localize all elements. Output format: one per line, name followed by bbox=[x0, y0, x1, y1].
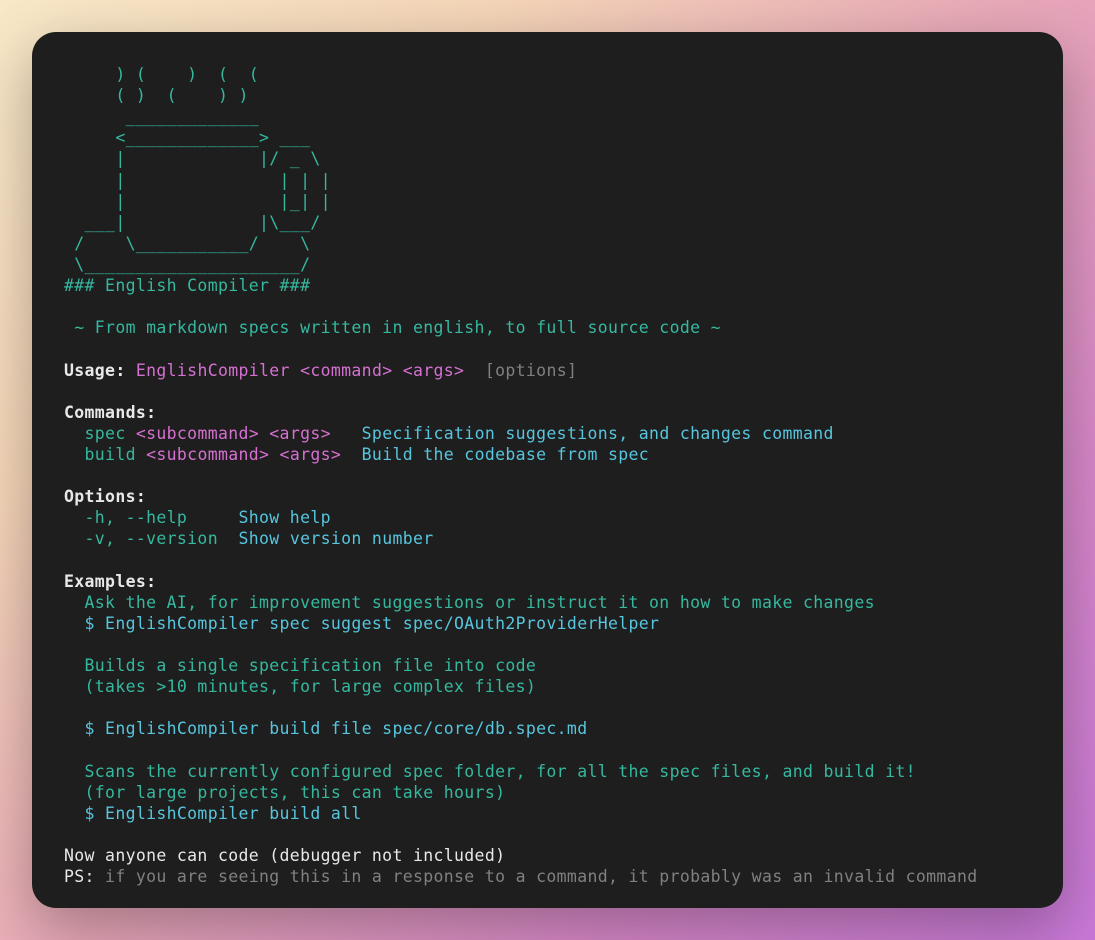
footer-tagline: Now anyone can code (debugger not includ… bbox=[64, 846, 505, 865]
option-help-desc: Show help bbox=[187, 508, 331, 527]
example-2-cmd: $ EnglishCompiler build file spec/core/d… bbox=[64, 719, 587, 738]
ascii-art-line: | | | | bbox=[64, 171, 331, 190]
terminal-window: ) ( ) ( ( ( ) ( ) ) _____________ <_____… bbox=[32, 32, 1063, 908]
example-1-cmd: $ EnglishCompiler spec suggest spec/OAut… bbox=[64, 614, 659, 633]
option-version-flags: -v, --version bbox=[64, 529, 218, 548]
footer-ps-label: PS: bbox=[64, 867, 95, 886]
example-2-desc-2: (takes >10 minutes, for large complex fi… bbox=[64, 677, 536, 696]
ascii-art-line: / \___________/ \ bbox=[64, 234, 310, 253]
commands-label: Commands: bbox=[64, 403, 156, 422]
ascii-art-line: | |_| | bbox=[64, 192, 331, 211]
footer-ps-text: if you are seeing this in a response to … bbox=[95, 867, 978, 886]
option-help-flags: -h, --help bbox=[64, 508, 187, 527]
usage-program: EnglishCompiler bbox=[126, 361, 290, 380]
command-build-args: <subcommand> <args> bbox=[136, 445, 341, 464]
ascii-art-line: | |/ _ \ bbox=[64, 149, 321, 168]
tagline: ~ From markdown specs written in english… bbox=[64, 318, 721, 337]
ascii-art-line: ( ) ( ) ) bbox=[64, 86, 249, 105]
command-spec-desc: Specification suggestions, and changes c… bbox=[331, 424, 834, 443]
example-3-desc-2: (for large projects, this can take hours… bbox=[64, 783, 505, 802]
usage-args: <args> bbox=[392, 361, 464, 380]
usage-options: [options] bbox=[464, 361, 577, 380]
example-1-desc: Ask the AI, for improvement suggestions … bbox=[64, 593, 875, 612]
ascii-art-line: ___| |\___/ bbox=[64, 213, 321, 232]
example-2-desc-1: Builds a single specification file into … bbox=[64, 656, 536, 675]
terminal-output: ) ( ) ( ( ( ) ( ) ) _____________ <_____… bbox=[64, 64, 1031, 887]
ascii-art-line: <_____________> ___ bbox=[64, 128, 310, 147]
usage-command: <command> bbox=[290, 361, 393, 380]
ascii-art-line: \_____________________/ bbox=[64, 255, 310, 274]
command-spec-name: spec bbox=[64, 424, 126, 443]
options-label: Options: bbox=[64, 487, 146, 506]
examples-label: Examples: bbox=[64, 572, 156, 591]
command-build-name: build bbox=[64, 445, 136, 464]
command-spec-args: <subcommand> <args> bbox=[126, 424, 331, 443]
option-version-desc: Show version number bbox=[218, 529, 434, 548]
example-3-cmd: $ EnglishCompiler build all bbox=[64, 804, 362, 823]
app-title: ### English Compiler ### bbox=[64, 276, 310, 295]
usage-label: Usage: bbox=[64, 361, 126, 380]
example-3-desc-1: Scans the currently configured spec fold… bbox=[64, 762, 916, 781]
ascii-art-line: _____________ bbox=[64, 107, 259, 126]
ascii-art-line: ) ( ) ( ( bbox=[64, 65, 259, 84]
command-build-desc: Build the codebase from spec bbox=[341, 445, 649, 464]
